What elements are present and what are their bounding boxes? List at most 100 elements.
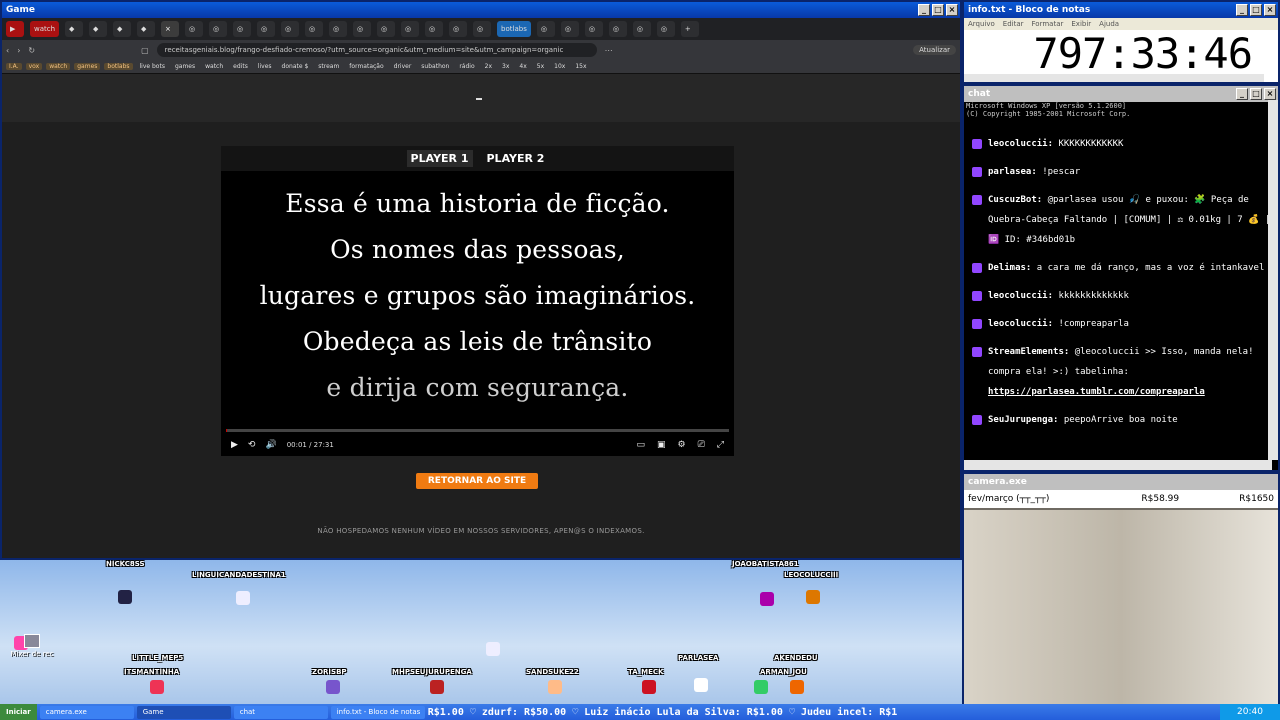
forward-icon[interactable]: › bbox=[17, 46, 20, 55]
minimize-button[interactable]: _ bbox=[1236, 4, 1248, 16]
desktop-icon-mixer[interactable]: Mixer de rec bbox=[6, 634, 58, 658]
settings-icon[interactable]: ⚙ bbox=[678, 440, 686, 450]
vertical-scrollbar[interactable] bbox=[1268, 100, 1278, 460]
tab-watch[interactable]: watch bbox=[30, 21, 60, 37]
tab-active[interactable]: × bbox=[161, 21, 180, 37]
tab[interactable]: ◆ bbox=[65, 21, 84, 37]
menu-item[interactable]: Exibir bbox=[1071, 20, 1091, 28]
tab-botlabs[interactable]: botlabs bbox=[497, 21, 531, 37]
bookmark[interactable]: formatação bbox=[346, 63, 386, 70]
bookmark[interactable]: live bots bbox=[137, 63, 168, 70]
bookmark[interactable]: watch bbox=[202, 63, 226, 70]
window-titlebar[interactable]: Game _ □ × bbox=[2, 2, 960, 18]
url-input[interactable]: receitasgeniais.blog/frango-desfiado-cre… bbox=[156, 43, 597, 57]
bookmark[interactable]: edits bbox=[230, 63, 251, 70]
play-icon[interactable]: ▶ bbox=[231, 440, 238, 450]
tab[interactable]: ◎ bbox=[425, 21, 444, 37]
subathon-timer[interactable]: 797:33:46 bbox=[964, 30, 1278, 78]
tab[interactable]: ◎ bbox=[257, 21, 276, 37]
tab[interactable]: ◎ bbox=[656, 21, 675, 37]
tab[interactable]: ◎ bbox=[473, 21, 492, 37]
new-tab-button[interactable]: + bbox=[680, 21, 699, 37]
rewind-icon[interactable]: ⟲ bbox=[248, 440, 256, 450]
bookmark[interactable]: 3x bbox=[499, 63, 512, 70]
bookmark[interactable]: vox bbox=[25, 63, 43, 70]
tab[interactable]: ◎ bbox=[233, 21, 252, 37]
tab[interactable]: ◎ bbox=[560, 21, 579, 37]
bookmark[interactable]: rádio bbox=[456, 63, 477, 70]
taskbar-item-game[interactable]: Game bbox=[136, 705, 231, 719]
bookmark[interactable]: lives bbox=[255, 63, 275, 70]
extensions-icon[interactable]: ⋯ bbox=[605, 46, 613, 55]
reload-icon[interactable]: ↻ bbox=[28, 46, 35, 55]
bookmark[interactable]: 2x bbox=[482, 63, 495, 70]
tab[interactable]: ◎ bbox=[185, 21, 204, 37]
fullscreen-icon[interactable]: ⤢ bbox=[717, 440, 724, 450]
bookmark[interactable]: 15x bbox=[572, 63, 589, 70]
close-button[interactable]: × bbox=[946, 4, 958, 16]
volume-icon[interactable]: 🔊 bbox=[265, 440, 276, 450]
tab[interactable]: ◎ bbox=[449, 21, 468, 37]
return-to-site-button[interactable]: RETORNAR AO SITE bbox=[416, 473, 538, 489]
bookmark[interactable]: 10x bbox=[551, 63, 568, 70]
minimize-button[interactable]: _ bbox=[1236, 88, 1248, 100]
tab[interactable]: ◎ bbox=[401, 21, 420, 37]
close-button[interactable]: × bbox=[1264, 88, 1276, 100]
tab[interactable]: ◎ bbox=[209, 21, 228, 37]
tab-player-1[interactable]: PLAYER 1 bbox=[406, 150, 473, 167]
taskbar-item-chat[interactable]: chat bbox=[233, 705, 328, 719]
chat-message: StreamElements: @leocoluccii >> Isso, ma… bbox=[964, 338, 1278, 406]
bookmark[interactable]: subathon bbox=[418, 63, 452, 70]
chat-link[interactable]: https://parlasea.tumblr.com/compreaparla bbox=[988, 387, 1205, 397]
bookmark[interactable]: 4x bbox=[516, 63, 529, 70]
menu-item[interactable]: Formatar bbox=[1032, 20, 1064, 28]
horizontal-scrollbar[interactable] bbox=[964, 460, 1272, 470]
minimize-button[interactable]: _ bbox=[918, 4, 930, 16]
progress-bar[interactable] bbox=[226, 429, 729, 432]
page-icon[interactable]: ▢ bbox=[141, 46, 149, 55]
taskbar-item-camera[interactable]: camera.exe bbox=[39, 705, 134, 719]
pip-icon[interactable]: ▣ bbox=[657, 440, 666, 450]
menu-item[interactable]: Arquivo bbox=[968, 20, 995, 28]
back-icon[interactable]: ‹ bbox=[6, 46, 9, 55]
tab[interactable]: ◎ bbox=[305, 21, 324, 37]
bookmark[interactable]: botlabs bbox=[104, 63, 133, 70]
maximize-button[interactable]: □ bbox=[1250, 4, 1262, 16]
start-button[interactable]: Iniciar bbox=[0, 704, 37, 720]
notepad-titlebar[interactable]: info.txt - Bloco de notas _ □ × bbox=[964, 2, 1278, 18]
tab[interactable]: ◎ bbox=[632, 21, 651, 37]
cast-icon[interactable]: ⎚ bbox=[698, 440, 705, 450]
tab[interactable]: ◎ bbox=[608, 21, 627, 37]
bookmark[interactable]: games bbox=[172, 63, 198, 70]
taskbar-item-notepad[interactable]: info.txt - Bloco de notas bbox=[330, 705, 425, 719]
bookmark[interactable]: driver bbox=[391, 63, 415, 70]
bookmark[interactable]: games bbox=[74, 63, 101, 70]
horizontal-scrollbar[interactable] bbox=[964, 74, 1264, 82]
tab[interactable]: ◎ bbox=[281, 21, 300, 37]
menu-item[interactable]: Ajuda bbox=[1099, 20, 1119, 28]
bookmark[interactable]: I.A. bbox=[6, 63, 22, 70]
video-player[interactable]: PLAYER 1 PLAYER 2 Essa é uma historia de… bbox=[221, 146, 734, 456]
tab-player-2[interactable]: PLAYER 2 bbox=[483, 150, 549, 167]
maximize-button[interactable]: □ bbox=[932, 4, 944, 16]
bookmark[interactable]: donate $ bbox=[279, 63, 312, 70]
tab-youtube[interactable]: ▶ bbox=[6, 21, 24, 37]
tab[interactable]: ◆ bbox=[89, 21, 108, 37]
tab[interactable]: ◆ bbox=[113, 21, 132, 37]
tab[interactable]: ◎ bbox=[536, 21, 555, 37]
tab[interactable]: ◎ bbox=[584, 21, 603, 37]
tab[interactable]: ◎ bbox=[377, 21, 396, 37]
bookmark[interactable]: 5x bbox=[534, 63, 547, 70]
captions-icon[interactable]: ▭ bbox=[636, 440, 645, 450]
update-button[interactable]: Atualizar bbox=[913, 45, 956, 55]
close-button[interactable]: × bbox=[1264, 4, 1276, 16]
menu-item[interactable]: Editar bbox=[1003, 20, 1024, 28]
tab[interactable]: ◎ bbox=[353, 21, 372, 37]
bookmark[interactable]: watch bbox=[46, 63, 71, 70]
camera-titlebar[interactable]: camera.exe bbox=[964, 474, 1278, 490]
chat-titlebar[interactable]: chat _ □ × bbox=[964, 86, 1278, 102]
bookmark[interactable]: stream bbox=[315, 63, 342, 70]
tab[interactable]: ◎ bbox=[329, 21, 348, 37]
maximize-button[interactable]: □ bbox=[1250, 88, 1262, 100]
tab[interactable]: ◆ bbox=[137, 21, 156, 37]
